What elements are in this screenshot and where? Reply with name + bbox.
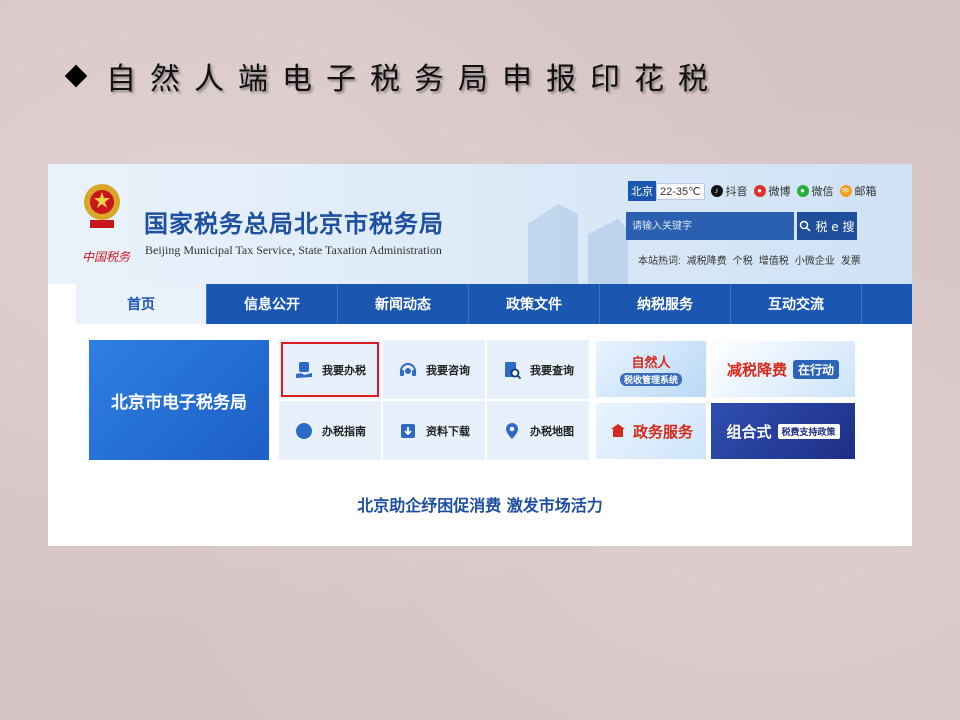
tile-guide[interactable]: 办税指南 xyxy=(279,401,381,460)
nav-item-interaction[interactable]: 互动交流 xyxy=(731,284,862,324)
hot-word[interactable]: 增值税 xyxy=(759,252,789,267)
search-document-icon xyxy=(505,361,522,379)
promo-tax-cut[interactable]: 减税降费 在行动 xyxy=(711,341,855,397)
hot-word[interactable]: 减税降费 xyxy=(687,252,727,267)
hot-word[interactable]: 个税 xyxy=(733,252,753,267)
slogan-seal: 中国税务 xyxy=(82,250,131,264)
search-box: 税 e 搜 xyxy=(626,212,858,240)
tile-file-tax[interactable]: 我要办税 xyxy=(279,340,381,399)
slide-title: 自然人端电子税务局申报印花税 xyxy=(62,56,722,97)
promo-combo-policy[interactable]: 组合式 税费支持政策 xyxy=(711,403,855,459)
e-tax-banner[interactable]: 北京市电子税务局 xyxy=(89,340,269,460)
social-douyin[interactable]: ♪ 抖音 xyxy=(710,183,748,199)
compass-icon xyxy=(296,422,312,439)
wechat-icon: ● xyxy=(796,185,809,197)
download-icon xyxy=(401,423,415,438)
site-header: 中国税务 国家税务总局北京市税务局 Beijing Municipal Tax … xyxy=(48,164,912,284)
hot-word[interactable]: 发票 xyxy=(841,252,861,267)
headset-icon xyxy=(400,362,416,376)
nav-filler xyxy=(862,284,912,324)
nav-item-service[interactable]: 纳税服务 xyxy=(600,284,731,324)
search-button[interactable]: 税 e 搜 xyxy=(797,212,857,240)
social-weibo[interactable]: ● 微博 xyxy=(753,183,791,199)
hot-words-label: 本站热词: xyxy=(638,256,681,267)
tile-consult[interactable]: 我要咨询 xyxy=(383,340,485,399)
map-pin-icon xyxy=(506,422,518,439)
gov-service-logo-icon xyxy=(610,424,625,437)
nav-item-home[interactable]: 首页 xyxy=(76,284,207,324)
site-subtitle: Beijing Municipal Tax Service, State Tax… xyxy=(145,243,442,257)
slide-title-text: 自然人端电子税务局申报印花税 xyxy=(106,62,722,97)
national-emblem-icon xyxy=(84,184,120,228)
hot-words: 本站热词: 减税降费 个税 增值税 小微企业 发票 xyxy=(638,252,861,267)
service-tiles: 我要办税 我要咨询 我要查询 办税指南 资料下载 办税地图 xyxy=(279,340,589,460)
nav-item-news[interactable]: 新闻动态 xyxy=(338,284,469,324)
main-content: 北京市电子税务局 我要办税 我要咨询 我要查询 办税指南 资料下载 办税地图 自… xyxy=(48,324,912,546)
website-screenshot: 中国税务 国家税务总局北京市税务局 Beijing Municipal Tax … xyxy=(48,164,912,546)
headline[interactable]: 北京助企纾困促消费 激发市场活力 xyxy=(48,492,912,516)
douyin-icon: ♪ xyxy=(710,185,723,197)
promo-natural-person[interactable]: 自然人 税收管理系统 xyxy=(596,341,706,397)
search-icon xyxy=(800,220,812,232)
skyline-decoration-icon xyxy=(528,204,628,284)
diamond-bullet-icon xyxy=(64,64,88,88)
weibo-icon: ● xyxy=(753,185,766,197)
weather-text: 22-35℃ xyxy=(656,182,705,200)
email-icon: ✉ xyxy=(839,185,852,197)
tile-map[interactable]: 办税地图 xyxy=(487,401,589,460)
social-wechat[interactable]: ● 微信 xyxy=(796,183,834,199)
main-nav: 首页 信息公开 新闻动态 政策文件 纳税服务 互动交流 xyxy=(76,284,912,324)
nav-item-info[interactable]: 信息公开 xyxy=(207,284,338,324)
tile-query[interactable]: 我要查询 xyxy=(487,340,589,399)
search-input[interactable] xyxy=(626,212,794,240)
nav-item-policy[interactable]: 政策文件 xyxy=(469,284,600,324)
social-email[interactable]: ✉ 邮箱 xyxy=(839,183,877,199)
top-bar: 北京 22-35℃ ♪ 抖音 ● 微博 ● 微信 ✉ 邮箱 xyxy=(628,181,883,201)
hot-word[interactable]: 小微企业 xyxy=(795,252,835,267)
promo-gov-service[interactable]: 政务服务 xyxy=(596,403,706,459)
hand-document-icon xyxy=(296,361,312,378)
site-title[interactable]: 国家税务总局北京市税务局 xyxy=(144,204,444,239)
tile-download[interactable]: 资料下载 xyxy=(383,401,485,460)
city-selector[interactable]: 北京 xyxy=(628,181,656,201)
